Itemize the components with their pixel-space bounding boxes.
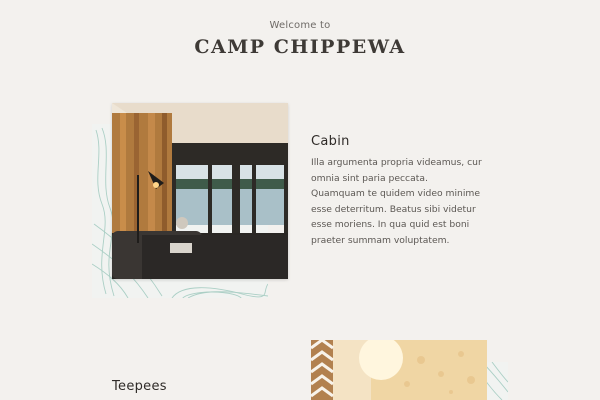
cabin-photo — [112, 103, 288, 279]
section-body-cabin: Illa argumenta propria videamus, cur omn… — [311, 157, 482, 246]
section-title-teepees: Teepees — [112, 379, 167, 394]
section-title-cabin: Cabin — [311, 134, 350, 149]
teepee-photo — [311, 340, 487, 400]
page-title: CAMP CHIPPEWA — [194, 36, 406, 58]
welcome-text: Welcome to — [269, 20, 331, 31]
